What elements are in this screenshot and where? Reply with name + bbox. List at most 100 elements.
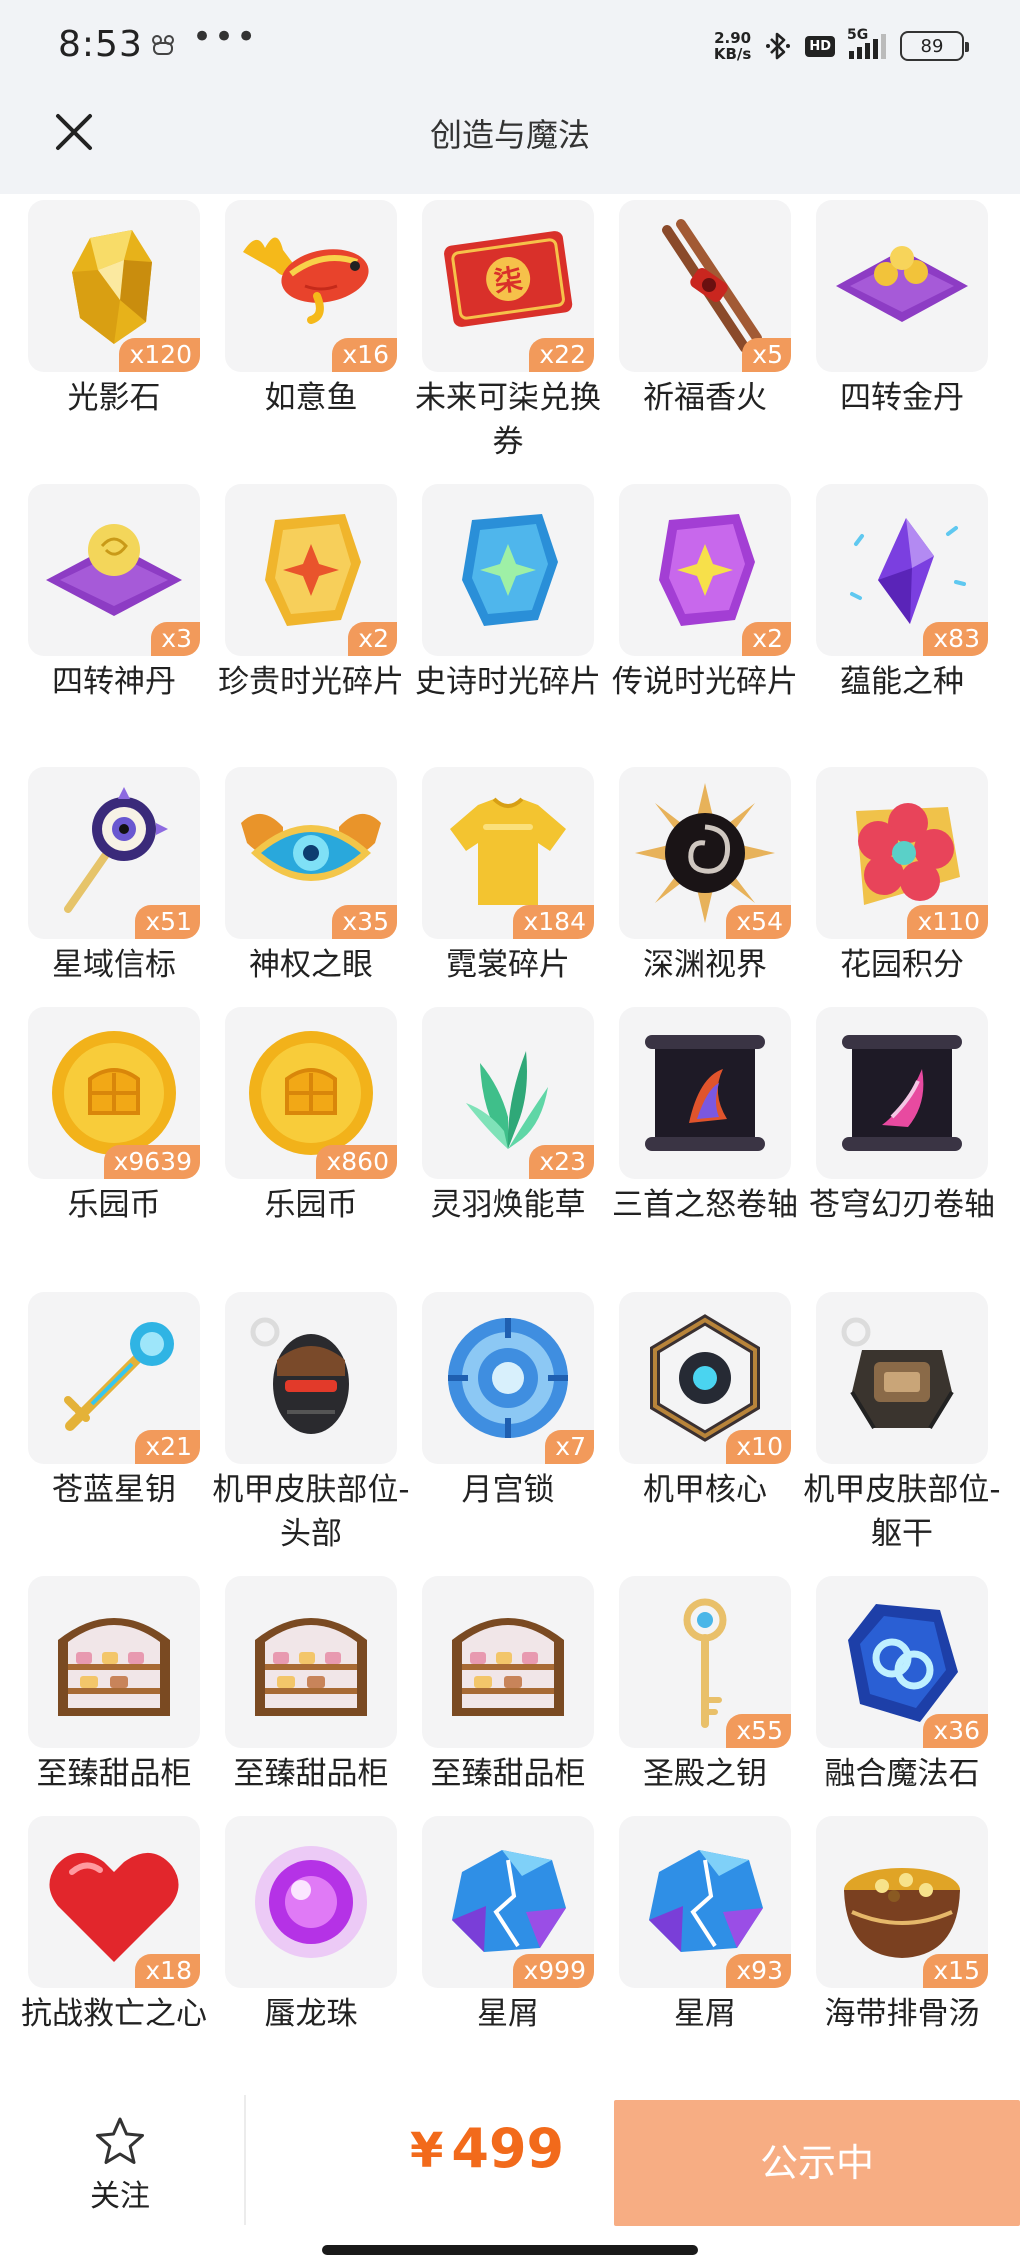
- item-cell[interactable]: x36 融合魔法石: [816, 1576, 988, 1796]
- status-time: 8:53: [58, 24, 143, 65]
- item-tile: x10: [619, 1292, 791, 1464]
- item-cell[interactable]: x120 光影石: [28, 200, 200, 420]
- item-tile: x51: [28, 767, 200, 939]
- item-cell[interactable]: x23 灵羽焕能草: [422, 1007, 594, 1227]
- item-quantity: x999: [513, 1954, 594, 1988]
- item-tile: x2: [619, 484, 791, 656]
- item-quantity: x83: [923, 622, 988, 656]
- scroll-icon: [842, 1035, 962, 1151]
- item-tile: x83: [816, 484, 988, 656]
- net-speed-unit: KB/s: [713, 45, 752, 63]
- item-cell[interactable]: 机甲皮肤部位-躯干: [803, 1292, 1001, 1556]
- item-cell[interactable]: x18 抗战救亡之心: [21, 1816, 207, 2036]
- item-cell[interactable]: x110 花园积分: [816, 767, 988, 987]
- item-cell[interactable]: 苍穹幻刃卷轴: [809, 1007, 995, 1227]
- item-tile: x9639: [28, 1007, 200, 1179]
- item-name: 至臻甜品柜: [233, 1756, 389, 1792]
- item-cell[interactable]: x2 珍贵时光碎片: [218, 484, 404, 704]
- item-cell[interactable]: x21 苍蓝星钥: [28, 1292, 200, 1512]
- item-tile: x23: [422, 1007, 594, 1179]
- item-cell[interactable]: 柒 x22 未来可柒兑换券: [415, 200, 601, 464]
- item-cell[interactable]: x15 海带排骨汤: [816, 1816, 988, 2036]
- bluetooth-icon: [766, 32, 791, 60]
- item-cell[interactable]: 机甲皮肤部位-头部: [212, 1292, 410, 1556]
- item-cell[interactable]: x2 传说时光碎片: [612, 484, 798, 704]
- item-name: 神权之眼: [249, 947, 373, 983]
- item-cell[interactable]: 至臻甜品柜: [422, 1576, 594, 1796]
- item-quantity: x23: [529, 1145, 594, 1179]
- item-tile: x7: [422, 1292, 594, 1464]
- item-cell[interactable]: x16 如意鱼: [225, 200, 397, 420]
- item-quantity: x2: [742, 622, 791, 656]
- item-quantity: x36: [923, 1714, 988, 1748]
- item-cell[interactable]: x35 神权之眼: [225, 767, 397, 987]
- item-cell[interactable]: x83 蕴能之种: [816, 484, 988, 704]
- item-name: 海带排骨汤: [824, 1996, 980, 2032]
- item-quantity: x35: [332, 905, 397, 939]
- follow-button[interactable]: 关注: [60, 2115, 180, 2215]
- item-cell[interactable]: 四转金丹: [816, 200, 988, 420]
- public-notice-button[interactable]: 公示中: [614, 2100, 1020, 2226]
- item-cell[interactable]: x5 祈福香火: [619, 200, 791, 420]
- item-cell[interactable]: x860 乐园币: [225, 1007, 397, 1227]
- dragon-pearl-icon: [255, 1846, 367, 1958]
- blue-time-fragment-icon: [462, 514, 558, 626]
- item-cell[interactable]: x7 月宫锁: [422, 1292, 594, 1512]
- item-name: 史诗时光碎片: [415, 664, 601, 700]
- item-name: 如意鱼: [264, 380, 358, 416]
- item-tile: x999: [422, 1816, 594, 1988]
- item-tile: x93: [619, 1816, 791, 1988]
- item-cell[interactable]: x51 星域信标: [28, 767, 200, 987]
- battery-indicator: 89: [900, 31, 969, 61]
- item-tile: x15: [816, 1816, 988, 1988]
- item-cell[interactable]: x9639 乐园币: [28, 1007, 200, 1227]
- star-icon: [96, 2117, 144, 2164]
- item-quantity: x7: [545, 1430, 594, 1464]
- item-cell[interactable]: x184 霓裳碎片: [422, 767, 594, 987]
- item-tile: [816, 1292, 988, 1464]
- divider: [244, 2095, 246, 2225]
- item-cell[interactable]: x54 深渊视界: [619, 767, 791, 987]
- item-quantity: x22: [529, 338, 594, 372]
- item-cell[interactable]: x55 圣殿之钥: [619, 1576, 791, 1796]
- item-name: 祈福香火: [643, 380, 767, 416]
- status-indicators: 2.90 KB/s HD 5G 89: [714, 26, 969, 66]
- item-cell[interactable]: x999 星屑: [422, 1816, 594, 2036]
- signal-type-label: 5G: [847, 27, 869, 43]
- item-quantity: x18: [135, 1954, 200, 1988]
- home-indicator[interactable]: [322, 2245, 698, 2255]
- item-cell[interactable]: x3 四转神丹: [28, 484, 200, 704]
- item-quantity: x93: [726, 1954, 791, 1988]
- item-name: 抗战救亡之心: [21, 1996, 207, 2032]
- item-quantity: x15: [923, 1954, 988, 1988]
- net-speed-value: 2.90: [714, 29, 752, 47]
- item-cell[interactable]: 至臻甜品柜: [28, 1576, 200, 1796]
- item-cell[interactable]: 史诗时光碎片: [415, 484, 601, 704]
- item-name: 至臻甜品柜: [430, 1756, 586, 1792]
- item-cell[interactable]: 至臻甜品柜: [225, 1576, 397, 1796]
- net-speed: 2.90 KB/s: [714, 30, 751, 62]
- battery-level: 89: [920, 35, 944, 57]
- item-name: 深渊视界: [643, 947, 767, 983]
- follow-label: 关注: [90, 2179, 150, 2214]
- item-cell[interactable]: x93 星屑: [619, 1816, 791, 2036]
- item-cell[interactable]: 蜃龙珠: [225, 1816, 397, 2036]
- item-cell[interactable]: 三首之怒卷轴: [612, 1007, 798, 1227]
- currency-symbol: ¥: [410, 2123, 444, 2179]
- item-cell[interactable]: x10 机甲核心: [619, 1292, 791, 1512]
- item-name: 光影石: [67, 380, 161, 416]
- page-title: 创造与魔法: [429, 116, 590, 154]
- item-tile: x35: [225, 767, 397, 939]
- bottom-action-bar: 关注 ¥499 公示中: [0, 2095, 1020, 2267]
- item-name: 机甲皮肤部位-躯干: [803, 1472, 1001, 1552]
- item-name: 三首之怒卷轴: [612, 1187, 798, 1223]
- item-quantity: x51: [135, 905, 200, 939]
- item-tile: x18: [28, 1816, 200, 1988]
- item-name: 圣殿之钥: [643, 1756, 767, 1792]
- mech-head-icon: [250, 1317, 349, 1434]
- dessert-cabinet-icon: [58, 1618, 170, 1716]
- item-tile: x54: [619, 767, 791, 939]
- item-quantity: x110: [907, 905, 988, 939]
- item-quantity: x3: [151, 622, 200, 656]
- item-name: 月宫锁: [461, 1472, 555, 1508]
